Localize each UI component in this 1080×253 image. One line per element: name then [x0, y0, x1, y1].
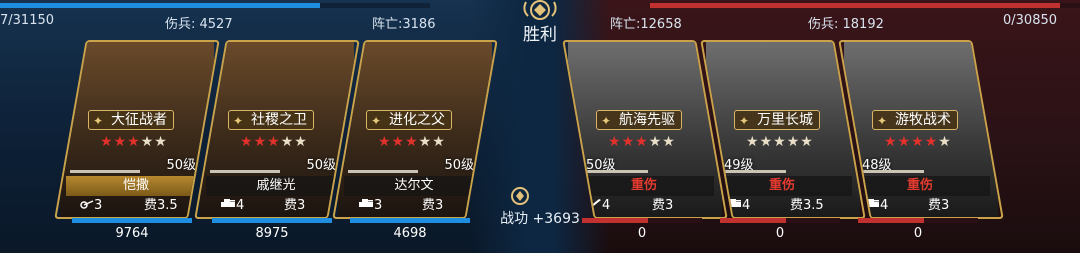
hero-cost: 费3 — [652, 198, 674, 213]
troop-count: 3 — [358, 197, 382, 215]
title-emblem-icon: ✦ — [877, 114, 888, 128]
title-emblem-icon: ✦ — [739, 114, 750, 128]
hero-title-badge: ✦ 航海先驱 — [596, 110, 682, 130]
hero-stars: ★★★★★ — [884, 134, 952, 150]
left-hero-troop-bar-fill — [72, 218, 192, 223]
hero-name: 重伤 — [768, 178, 795, 193]
hero-title: 万里长城 — [757, 112, 813, 128]
left-troop-bar-fill — [0, 3, 320, 8]
left-hero-damage-1: 9764 — [115, 226, 149, 241]
hero-level: 50级 — [166, 158, 196, 173]
hero-cost: 费3 — [284, 198, 306, 213]
left-troop-bar — [0, 3, 430, 8]
hero-title-badge: ✦ 大征战者 — [88, 110, 174, 130]
right-hero-troop-bar-3 — [858, 218, 978, 223]
hero-name: 戚继光 — [256, 178, 296, 193]
hero-stars: ★★★★★ — [378, 134, 446, 150]
hero-name-plate: 重伤 — [574, 176, 714, 196]
hero-stars: ★★★★★ — [240, 134, 308, 150]
hero-info-row: 4 费3 — [850, 197, 990, 215]
right-hero-damage-2: 0 — [775, 226, 785, 241]
hero-name-plate: 重伤 — [712, 176, 852, 196]
hero-hp-line — [716, 170, 786, 173]
hero-stars: ★★★★★ — [746, 134, 814, 150]
right-hero-troop-bar-fill — [858, 218, 924, 223]
troop-count: 4 — [726, 197, 750, 215]
hero-info-row: 3 费3 — [344, 197, 484, 215]
troop-count: 3 — [80, 197, 102, 215]
left-hero-troop-bar-2 — [212, 218, 332, 223]
title-emblem-icon: ✦ — [233, 114, 244, 128]
hero-title-badge: ✦ 进化之父 — [366, 110, 452, 130]
hero-name: 重伤 — [906, 178, 933, 193]
left-hero-troop-bar-fill — [212, 218, 332, 223]
right-hero-troop-bar-fill — [582, 218, 648, 223]
hero-info-row: 4 费3.5 — [712, 197, 852, 215]
right-troop-bar — [650, 3, 1080, 8]
hero-name: 恺撒 — [122, 178, 149, 193]
hero-cost: 费3.5 — [790, 198, 824, 213]
hero-title-badge: ✦ 万里长城 — [734, 110, 820, 130]
hero-hp-line — [348, 170, 418, 173]
left-progress-text: 7/31150 — [0, 13, 55, 28]
right-hero-troop-bar-2 — [720, 218, 840, 223]
right-hero-damage-1: 0 — [637, 226, 647, 241]
right-hero-troop-bar-1 — [582, 218, 702, 223]
hero-hp-line — [854, 170, 924, 173]
hero-cost: 费3.5 — [144, 198, 178, 213]
left-hero-damage-2: 8975 — [255, 226, 289, 241]
left-hero-troop-bar-fill — [350, 218, 470, 223]
hero-title: 进化之父 — [389, 112, 445, 128]
hero-name-plate: 恺撒 — [66, 176, 206, 196]
left-killed: 阵亡:3186 — [372, 17, 436, 32]
hero-title: 大征战者 — [111, 112, 167, 128]
hero-stars: ★★★★★ — [608, 134, 676, 150]
troop-count: 4 — [864, 197, 888, 215]
title-emblem-icon: ✦ — [601, 114, 612, 128]
hero-hp-line — [210, 170, 280, 173]
left-hero-troop-bar-3 — [350, 218, 470, 223]
hero-name-plate: 重伤 — [850, 176, 990, 196]
right-killed: 阵亡:12658 — [610, 17, 682, 32]
title-emblem-icon: ✦ — [93, 114, 104, 128]
hero-name-plate: 戚继光 — [206, 176, 346, 196]
troop-count: 4 — [220, 197, 244, 215]
hero-title: 航海先驱 — [619, 112, 675, 128]
hero-hp-line — [578, 170, 648, 173]
title-emblem-icon: ✦ — [371, 114, 382, 128]
left-hero-damage-3: 4698 — [393, 226, 427, 241]
hero-name-plate: 达尔文 — [344, 176, 484, 196]
hero-cost: 费3 — [928, 198, 950, 213]
hero-hp-line — [70, 170, 140, 173]
hero-level: 50级 — [444, 158, 474, 173]
right-wounded: 伤兵: 18192 — [808, 17, 884, 32]
hero-title-badge: ✦ 游牧战术 — [872, 110, 958, 130]
right-hero-damage-3: 0 — [913, 226, 923, 241]
left-top-stats: 7/31150 伤兵: 4527 阵亡:3186 — [0, 0, 540, 36]
hero-name: 达尔文 — [394, 178, 434, 193]
hero-info-row: 3 费3.5 — [66, 197, 206, 215]
merit-icon — [511, 187, 529, 205]
hero-stars: ★★★★★ — [100, 134, 168, 150]
hero-name: 重伤 — [630, 178, 657, 193]
tank-icon — [358, 198, 374, 213]
hero-info-row: 4 费3 — [574, 197, 714, 215]
hero-title-badge: ✦ 社稷之卫 — [228, 110, 314, 130]
hero-info-row: 4 费3 — [206, 197, 346, 215]
tank-icon — [220, 198, 236, 213]
left-hero-troop-bar-1 — [72, 218, 192, 223]
left-wounded: 伤兵: 4527 — [165, 17, 233, 32]
right-hero-troop-bar-fill — [720, 218, 786, 223]
right-progress-text: 0/30850 — [1003, 13, 1058, 28]
chariot-icon — [80, 198, 94, 213]
right-troop-bar-fill — [650, 3, 1060, 8]
hero-title: 社稷之卫 — [251, 112, 307, 128]
right-top-stats: 阵亡:12658 伤兵: 18192 0/30850 — [540, 0, 1080, 36]
hero-title: 游牧战术 — [895, 112, 951, 128]
hero-cost: 费3 — [422, 198, 444, 213]
hero-level: 50级 — [306, 158, 336, 173]
